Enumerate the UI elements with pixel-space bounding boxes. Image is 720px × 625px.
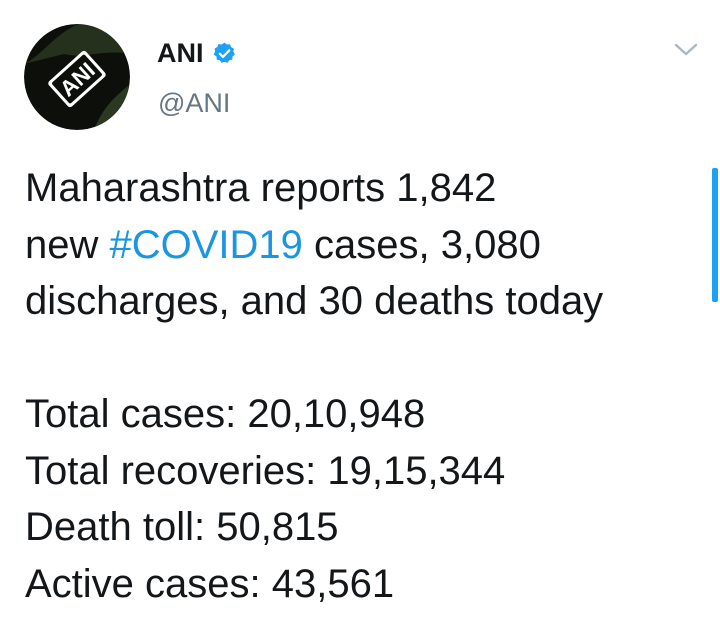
avatar[interactable]: ANI [24,24,130,130]
tweet-text: Maharashtra reports 1,842 new #COVID19 c… [25,160,705,612]
display-name[interactable]: ANI [157,38,204,69]
scroll-indicator [712,168,718,302]
chevron-down-icon[interactable] [673,40,699,60]
tweet-text-segment: new [25,222,110,267]
tweet-line: discharges, and 30 deaths today [25,279,604,323]
tweet-line: Maharashtra reports 1,842 [25,166,497,210]
stat-total-recoveries: Total recoveries: 19,15,344 [25,448,506,493]
tweet-text-segment: cases, 3,080 [302,222,541,267]
stat-active-cases: Active cases: 43,561 [25,561,395,606]
tweet-line: new #COVID19 cases, 3,080 [25,217,705,274]
stat-death-toll: Death toll: 50,815 [25,505,339,549]
ani-logo: ANI [24,24,130,130]
verified-badge-icon [213,42,235,63]
account-name-row[interactable]: ANI [157,38,237,69]
account-handle[interactable]: @ANI [158,88,230,119]
hashtag-link[interactable]: #COVID19 [110,223,303,267]
stat-total-cases: Total cases: 20,10,948 [25,392,426,436]
